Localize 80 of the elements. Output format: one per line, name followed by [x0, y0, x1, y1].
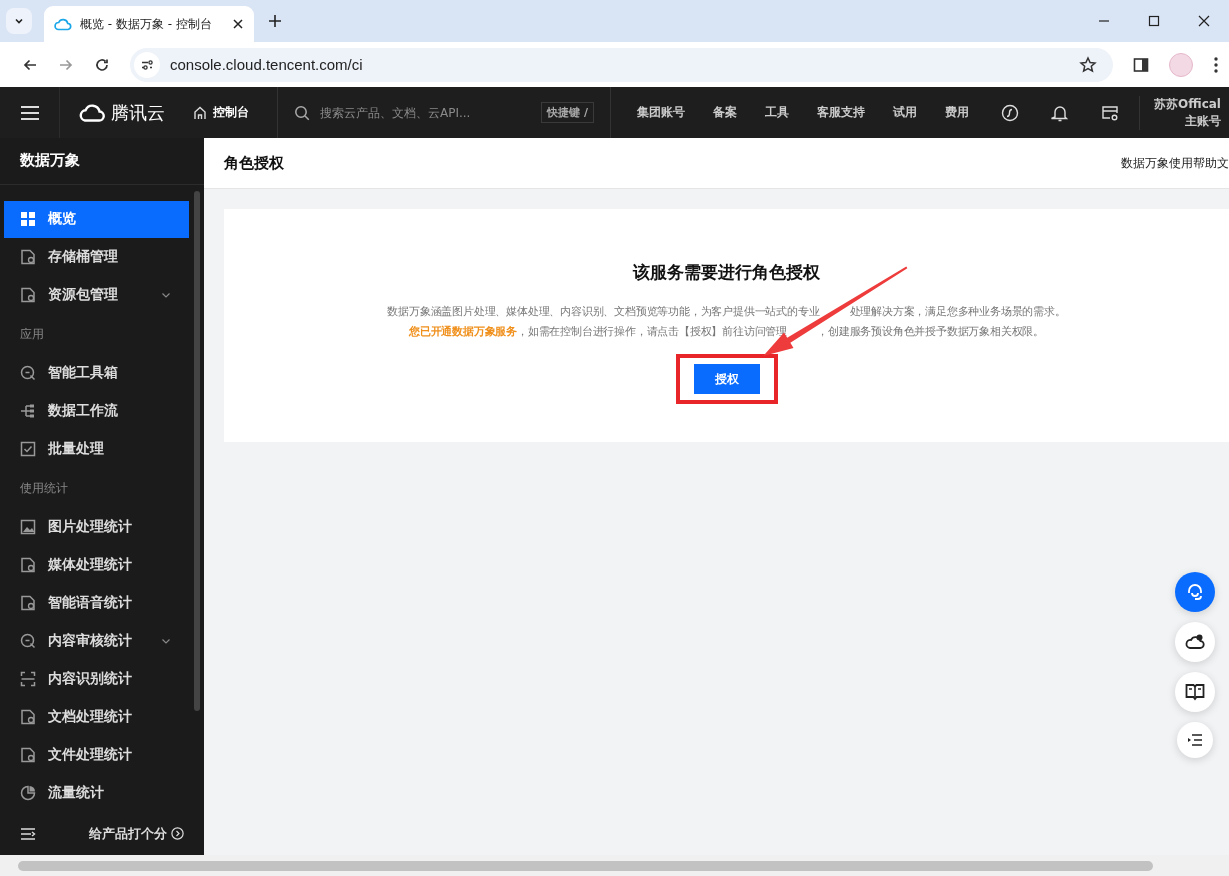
- address-bar[interactable]: console.cloud.tencent.com/ci: [130, 47, 1113, 82]
- home-icon: [193, 105, 207, 120]
- menu-icon[interactable]: [20, 104, 40, 121]
- sidebar-item[interactable]: 文档处理统计: [4, 698, 189, 736]
- maximize-icon[interactable]: [1148, 15, 1160, 27]
- cloud-icon: [54, 17, 72, 31]
- magnifier-icon: [20, 365, 36, 382]
- nav-link[interactable]: 备案: [713, 104, 737, 121]
- scan-icon: [20, 671, 36, 688]
- close-icon[interactable]: [1198, 15, 1210, 27]
- sidebar-item[interactable]: 图片处理统计: [4, 508, 189, 546]
- outline-button[interactable]: [1177, 722, 1213, 758]
- section-label: 使用统计: [19, 480, 69, 498]
- sidebar-item[interactable]: 流量统计: [4, 774, 189, 812]
- sidebar-item[interactable]: 概览: [4, 200, 189, 238]
- grid-icon: [20, 211, 36, 228]
- description: 处理解决方案，满足您多种业务场景的需求。: [849, 304, 1066, 320]
- cloud-icon: [1185, 633, 1205, 651]
- pie-chart-icon: [20, 785, 36, 802]
- document-icon: [20, 595, 36, 612]
- tab-title: 概览 - 数据万象 - 控制台: [80, 15, 213, 33]
- help-link[interactable]: 数据万象使用帮助文: [1121, 154, 1229, 172]
- scrollbar[interactable]: [18, 860, 1153, 871]
- nav-link[interactable]: 集团账号: [637, 104, 685, 121]
- sidebar-item[interactable]: 内容识别统计: [4, 660, 189, 698]
- sidebar-item[interactable]: 智能语音统计: [4, 584, 189, 622]
- description: 数据万象涵盖图片处理、媒体处理、内容识别、文档预览等功能，为客户提供一站式的专业: [387, 304, 820, 320]
- star-icon[interactable]: [1079, 55, 1097, 74]
- section-label: 应用: [19, 326, 45, 344]
- sidebar-item[interactable]: 存储桶管理: [4, 238, 189, 276]
- document-icon: [20, 249, 36, 266]
- notice-text: ，创建服务预设角色并授予数据万象相关权限。: [817, 324, 1044, 340]
- arrow-right-icon: [171, 827, 184, 841]
- rate-product-link[interactable]: 给产品打个分: [89, 824, 184, 843]
- flow-icon: [20, 403, 36, 420]
- cloud-button[interactable]: [1175, 622, 1215, 662]
- new-tab-icon[interactable]: [268, 14, 282, 28]
- bell-icon[interactable]: [1051, 103, 1069, 122]
- document-icon: [20, 709, 36, 726]
- page-title: 角色授权: [224, 153, 284, 173]
- side-panel-icon[interactable]: [1133, 56, 1149, 73]
- nav-link[interactable]: 试用: [893, 104, 917, 121]
- image-icon: [20, 519, 36, 536]
- nav-link[interactable]: 费用: [945, 104, 969, 121]
- search-icon: [294, 104, 310, 121]
- shortcut-hint: 快捷键 /: [541, 102, 594, 123]
- site-settings-icon[interactable]: [134, 51, 160, 78]
- close-icon[interactable]: [232, 18, 244, 30]
- nav-link[interactable]: 工具: [765, 104, 789, 121]
- sidebar-item[interactable]: 智能工具箱: [4, 354, 189, 392]
- sidebar-item[interactable]: 批量处理: [4, 430, 189, 468]
- docs-button[interactable]: [1175, 672, 1215, 712]
- customer-service-button[interactable]: [1175, 572, 1215, 612]
- card-heading: 该服务需要进行角色授权: [633, 261, 820, 284]
- document-icon: [20, 287, 36, 304]
- reload-icon[interactable]: [94, 56, 110, 73]
- billing-settings-icon[interactable]: [1101, 103, 1119, 122]
- document-icon: [20, 747, 36, 764]
- authorize-button[interactable]: 授权: [693, 364, 760, 394]
- menu-icon[interactable]: [1213, 55, 1219, 74]
- sidebar-item[interactable]: 内容审核统计: [4, 622, 189, 660]
- account-menu[interactable]: 苏苏Offical 主账号: [1139, 95, 1229, 130]
- magnifier-icon: [20, 633, 36, 650]
- cloud-icon: [78, 102, 106, 123]
- brand-name: 腾讯云: [111, 100, 165, 125]
- scrollbar[interactable]: [194, 190, 200, 711]
- sidebar-item[interactable]: 文件处理统计: [4, 736, 189, 774]
- sidebar-item[interactable]: 媒体处理统计: [4, 546, 189, 584]
- sidebar-item[interactable]: 资源包管理: [4, 276, 189, 314]
- document-icon: [20, 557, 36, 574]
- list-icon: [1187, 733, 1203, 747]
- search-field[interactable]: 搜索云产品、文档、云API...: [318, 104, 534, 121]
- book-icon: [1185, 683, 1205, 701]
- checkbox-icon: [20, 441, 36, 458]
- nav-link[interactable]: 客服支持: [817, 104, 865, 121]
- browser-tab[interactable]: 概览 - 数据万象 - 控制台: [44, 6, 254, 42]
- collapse-icon[interactable]: [20, 826, 36, 841]
- coin-icon[interactable]: [1001, 103, 1019, 122]
- sidebar-item[interactable]: 数据工作流: [4, 392, 189, 430]
- headset-icon: [1185, 582, 1205, 602]
